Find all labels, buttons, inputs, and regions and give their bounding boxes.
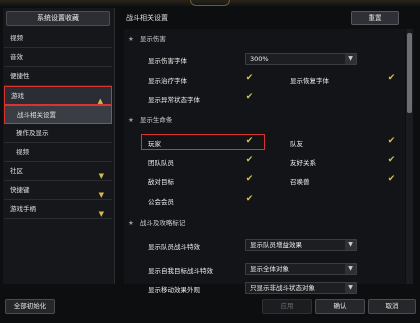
chevron-down-icon: ▼ bbox=[345, 54, 356, 64]
sidebar-item-video[interactable]: 视频 bbox=[4, 29, 112, 48]
chevron-down-icon: ▼ bbox=[345, 264, 356, 274]
sidebar-item-label: 游戏手柄 bbox=[10, 205, 36, 213]
sidebar-item-combat-settings[interactable]: 战斗相关设置 bbox=[4, 105, 112, 124]
abnormal-font-label: 显示异常状态字体 bbox=[148, 96, 200, 104]
window-ornament bbox=[190, 0, 230, 6]
sidebar-item-label: 操作及显示 bbox=[16, 129, 49, 137]
dropdown-value: 只显示非战斗状态对象 bbox=[250, 284, 315, 292]
scrollbar-thumb[interactable] bbox=[407, 33, 412, 113]
section-title: 显示伤害 bbox=[139, 35, 166, 43]
guardian-label: 召唤兽 bbox=[290, 178, 310, 186]
sidebar-item-label: 便捷性 bbox=[10, 72, 30, 80]
dropdown-value: 300% bbox=[250, 55, 269, 63]
check-icon[interactable]: ✔ bbox=[245, 74, 254, 83]
section-header-combat-markers[interactable]: ★ 战斗及攻略标记 bbox=[128, 217, 185, 229]
damage-font-label: 显示伤害字体 bbox=[148, 57, 187, 65]
sidebar-item-gamepad[interactable]: 游戏手柄 ▼ bbox=[4, 200, 112, 219]
sidebar-title-button[interactable]: 系统设置收藏 bbox=[6, 11, 110, 26]
party-effects-label: 显示队员战斗特效 bbox=[148, 243, 200, 251]
check-icon[interactable]: ✔ bbox=[387, 156, 396, 165]
team-label: 队友 bbox=[290, 140, 303, 148]
sidebar-item-label: 视频 bbox=[16, 148, 29, 156]
check-icon[interactable]: ✔ bbox=[245, 137, 254, 146]
check-icon[interactable]: ✔ bbox=[245, 195, 254, 204]
star-icon: ★ bbox=[128, 35, 134, 43]
page-title: 战斗相关设置 bbox=[126, 14, 168, 22]
friendly-label: 友好关系 bbox=[290, 159, 316, 167]
section-title: 显示生命条 bbox=[139, 116, 173, 124]
apply-button[interactable]: 应用 bbox=[262, 299, 312, 314]
check-icon[interactable]: ✔ bbox=[387, 74, 396, 83]
sidebar-item-label: 音效 bbox=[10, 53, 23, 61]
heal-font-label: 显示治疗字体 bbox=[148, 77, 187, 85]
chevron-down-icon: ▼ bbox=[345, 240, 356, 250]
check-icon[interactable]: ✔ bbox=[245, 93, 254, 102]
sidebar-item-label: 战斗相关设置 bbox=[17, 111, 56, 119]
ok-button[interactable]: 确认 bbox=[315, 299, 365, 314]
party-label: 团队队员 bbox=[148, 159, 174, 167]
self-target-effects-dropdown[interactable]: 显示全体对象 ▼ bbox=[245, 263, 357, 275]
sidebar-item-audio[interactable]: 音效 bbox=[4, 48, 112, 67]
movement-effects-dropdown[interactable]: 只显示非战斗状态对象 ▼ bbox=[245, 282, 357, 294]
sidebar-item-game[interactable]: 游戏 ▲ bbox=[4, 86, 112, 105]
damage-font-dropdown[interactable]: 300% ▼ bbox=[245, 53, 357, 65]
sidebar-item-convenience[interactable]: 便捷性 bbox=[4, 67, 112, 86]
dropdown-value: 显示队员增益效果 bbox=[250, 241, 302, 249]
sidebar-item-community[interactable]: 社区 ▼ bbox=[4, 162, 112, 181]
check-icon[interactable]: ✔ bbox=[245, 156, 254, 165]
sidebar-item-hotkeys[interactable]: 快捷键 ▼ bbox=[4, 181, 112, 200]
section-title: 战斗及攻略标记 bbox=[139, 219, 186, 227]
sidebar-item-label: 社区 bbox=[10, 167, 23, 175]
restore-font-label: 显示恢复字体 bbox=[290, 77, 329, 85]
star-icon: ★ bbox=[128, 219, 134, 227]
chevron-down-icon: ▼ bbox=[345, 283, 356, 293]
check-icon[interactable]: ✔ bbox=[245, 175, 254, 184]
sidebar-item-video-sub[interactable]: 视频 bbox=[4, 143, 112, 162]
movement-effects-label: 显示移动效果外观 bbox=[148, 286, 200, 294]
self-target-effects-label: 显示自我目标战斗特效 bbox=[148, 267, 213, 275]
reset-all-button[interactable]: 全部初始化 bbox=[5, 299, 55, 314]
party-effects-dropdown[interactable]: 显示队员增益效果 ▼ bbox=[245, 239, 357, 251]
cancel-button[interactable]: 取消 bbox=[368, 299, 416, 314]
star-icon: ★ bbox=[128, 116, 134, 124]
guild-label: 公会会员 bbox=[148, 198, 174, 206]
chevron-down-icon: ▼ bbox=[98, 210, 104, 218]
section-header-damage[interactable]: ★ 显示伤害 bbox=[128, 33, 166, 45]
enemy-label: 敌对目标 bbox=[148, 178, 174, 186]
section-header-healthbar[interactable]: ★ 显示生命条 bbox=[128, 114, 172, 126]
dropdown-value: 显示全体对象 bbox=[250, 265, 289, 273]
sidebar-item-controls-display[interactable]: 操作及显示 bbox=[4, 124, 112, 143]
reset-button[interactable]: 重置 bbox=[351, 11, 399, 25]
check-icon[interactable]: ✔ bbox=[387, 137, 396, 146]
player-label: 玩家 bbox=[148, 140, 161, 148]
check-icon[interactable]: ✔ bbox=[387, 175, 396, 184]
sidebar-item-label: 游戏 bbox=[11, 92, 24, 100]
sidebar-item-label: 快捷键 bbox=[10, 186, 30, 194]
sidebar-item-label: 视频 bbox=[10, 34, 23, 42]
